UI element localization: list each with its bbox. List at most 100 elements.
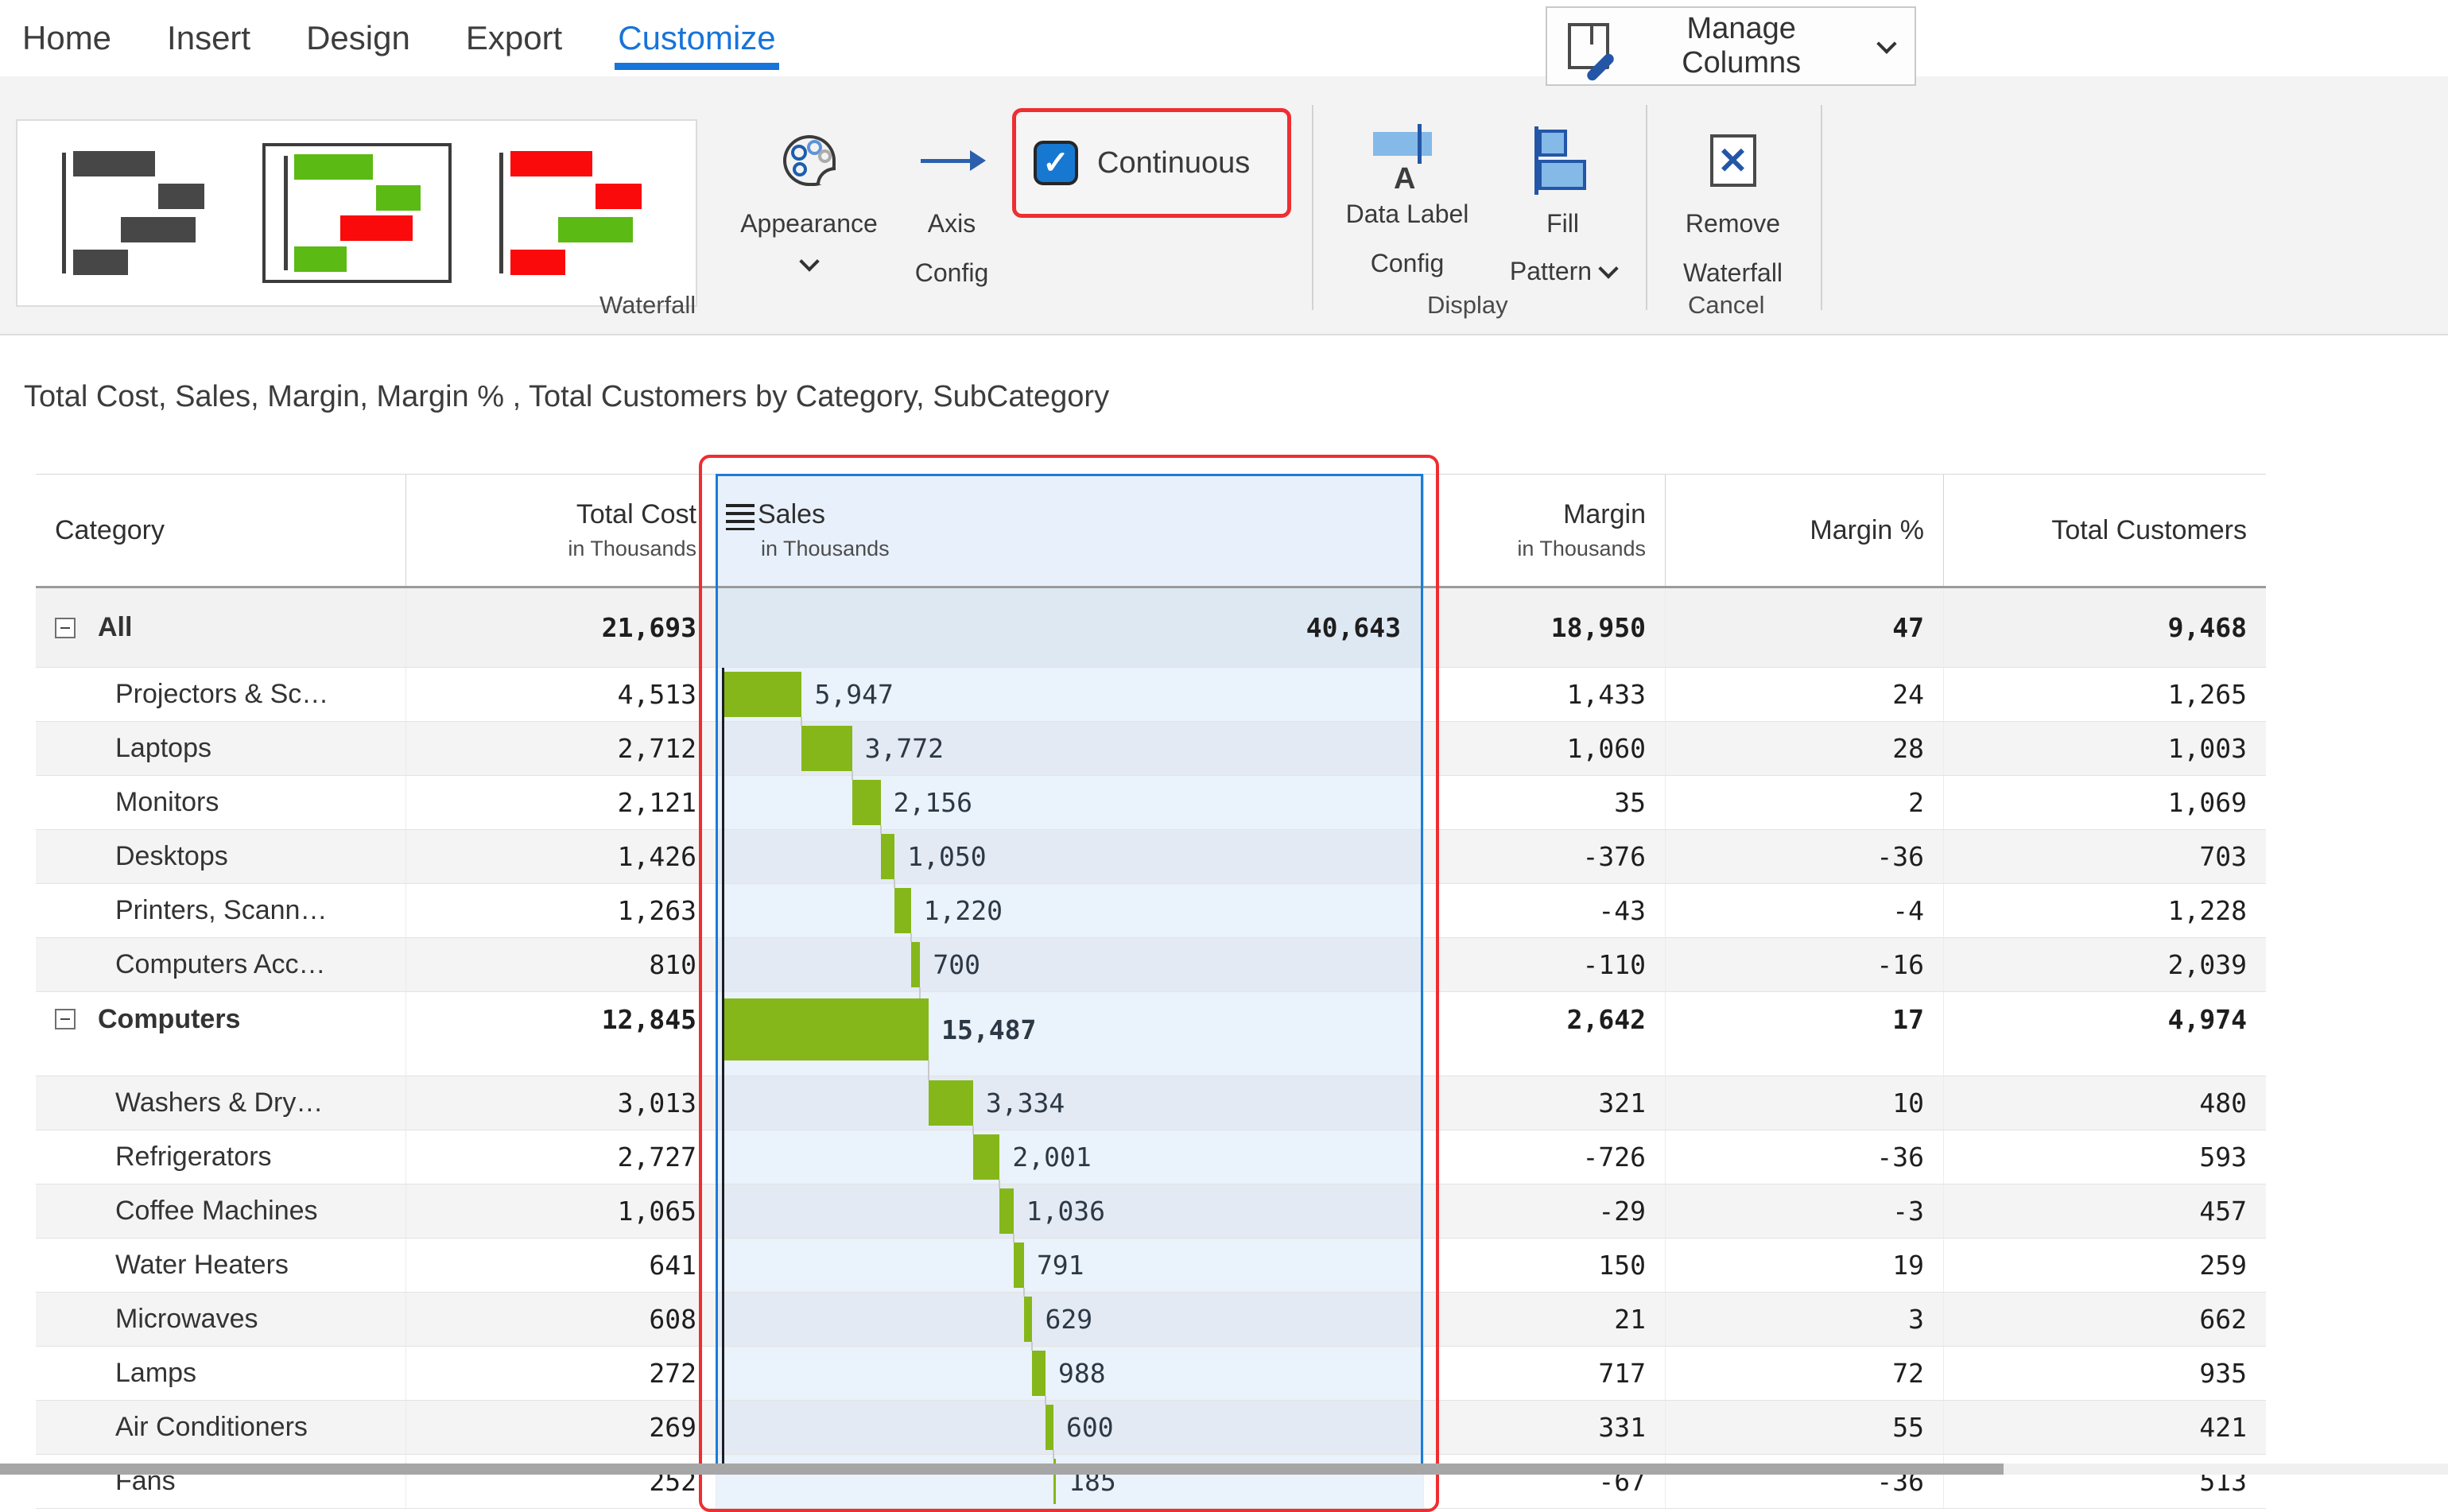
total-cost-cell[interactable]: 1,426	[405, 830, 716, 883]
category-cell[interactable]: Coffee Machines	[36, 1184, 405, 1238]
total-customers-cell[interactable]: 2,039	[1943, 938, 2266, 991]
waterfall-bar[interactable]	[1024, 1297, 1033, 1342]
table-row[interactable]: Water Heaters64179115019259	[36, 1239, 2266, 1293]
sales-cell[interactable]: 1,050	[716, 830, 1423, 883]
waterfall-bar[interactable]	[999, 1188, 1013, 1234]
menu-item-insert[interactable]: Insert	[167, 19, 250, 57]
total-customers-cell[interactable]: 1,003	[1943, 722, 2266, 775]
category-cell[interactable]: Lamps	[36, 1347, 405, 1400]
total-customers-cell[interactable]: 1,228	[1943, 884, 2266, 937]
margin-pct-cell[interactable]: 47	[1665, 588, 1943, 667]
margin-cell[interactable]: -726	[1423, 1130, 1665, 1184]
total-cost-cell[interactable]: 2,121	[405, 776, 716, 829]
category-cell[interactable]: Laptops	[36, 722, 405, 775]
waterfall-bar[interactable]	[852, 780, 881, 825]
table-row[interactable]: Projectors & Sc…4,5135,9471,433241,265	[36, 668, 2266, 722]
menu-item-customize[interactable]: Customize	[618, 19, 775, 57]
total-cost-cell[interactable]: 2,727	[405, 1130, 716, 1184]
total-customers-cell[interactable]: 935	[1943, 1347, 2266, 1400]
total-customers-cell[interactable]: 9,468	[1943, 588, 2266, 667]
margin-cell[interactable]: -43	[1423, 884, 1665, 937]
sales-cell[interactable]: 600	[716, 1401, 1423, 1454]
table-row[interactable]: Washers & Dry…3,0133,33432110480	[36, 1076, 2266, 1130]
margin-cell[interactable]: 331	[1423, 1401, 1665, 1454]
total-customers-cell[interactable]: 480	[1943, 1076, 2266, 1130]
total-customers-cell[interactable]: 703	[1943, 830, 2266, 883]
category-cell[interactable]: Microwaves	[36, 1293, 405, 1346]
waterfall-bar[interactable]	[1046, 1405, 1053, 1450]
table-row[interactable]: Desktops1,4261,050-376-36703	[36, 830, 2266, 884]
waterfall-bar[interactable]	[1032, 1351, 1046, 1396]
margin-cell[interactable]: 717	[1423, 1347, 1665, 1400]
waterfall-bar[interactable]	[1014, 1243, 1024, 1288]
margin-pct-cell[interactable]: -36	[1665, 1130, 1943, 1184]
margin-cell[interactable]: 1,060	[1423, 722, 1665, 775]
margin-pct-cell[interactable]: 72	[1665, 1347, 1943, 1400]
menu-item-export[interactable]: Export	[466, 19, 562, 57]
category-cell[interactable]: Printers, Scann…	[36, 884, 405, 937]
sales-cell[interactable]: 700	[716, 938, 1423, 991]
margin-pct-cell[interactable]: -4	[1665, 884, 1943, 937]
waterfall-style-green-red[interactable]	[262, 143, 452, 283]
waterfall-bar[interactable]	[723, 672, 801, 717]
category-cell[interactable]: Projectors & Sc…	[36, 668, 405, 721]
total-cost-cell[interactable]: 12,845	[405, 992, 716, 1076]
total-cost-cell[interactable]: 272	[405, 1347, 716, 1400]
category-cell[interactable]: Computers Acc…	[36, 938, 405, 991]
margin-cell[interactable]: -376	[1423, 830, 1665, 883]
total-cost-cell[interactable]: 1,263	[405, 884, 716, 937]
table-row[interactable]: Printers, Scann…1,2631,220-43-41,228	[36, 884, 2266, 938]
total-customers-cell[interactable]: 4,974	[1943, 992, 2266, 1076]
sales-cell[interactable]: 15,487	[716, 992, 1423, 1076]
total-customers-cell[interactable]: 457	[1943, 1184, 2266, 1238]
sales-cell[interactable]: 988	[716, 1347, 1423, 1400]
waterfall-bar[interactable]	[929, 1080, 973, 1126]
category-cell[interactable]: Monitors	[36, 776, 405, 829]
waterfall-bar[interactable]	[973, 1134, 999, 1180]
table-row[interactable]: Computers12,84515,4872,642174,974	[36, 992, 2266, 1076]
total-cost-cell[interactable]: 4,513	[405, 668, 716, 721]
margin-cell[interactable]: 150	[1423, 1239, 1665, 1292]
waterfall-style-red-green[interactable]	[481, 143, 670, 283]
waterfall-bar[interactable]	[894, 888, 910, 933]
collapse-icon[interactable]	[55, 1009, 76, 1029]
category-cell[interactable]: Washers & Dry…	[36, 1076, 405, 1130]
category-cell[interactable]: Desktops	[36, 830, 405, 883]
margin-pct-cell[interactable]: 19	[1665, 1239, 1943, 1292]
total-customers-cell[interactable]: 662	[1943, 1293, 2266, 1346]
total-customers-cell[interactable]: 1,069	[1943, 776, 2266, 829]
table-row[interactable]: Lamps27298871772935	[36, 1347, 2266, 1401]
waterfall-bar[interactable]	[911, 942, 921, 987]
total-cost-cell[interactable]: 641	[405, 1239, 716, 1292]
table-row[interactable]: All21,69340,64318,950479,468	[36, 588, 2266, 668]
margin-pct-cell[interactable]: 24	[1665, 668, 1943, 721]
margin-cell[interactable]: 1,433	[1423, 668, 1665, 721]
margin-pct-cell[interactable]: 10	[1665, 1076, 1943, 1130]
menu-item-design[interactable]: Design	[306, 19, 410, 57]
table-row[interactable]: Refrigerators2,7272,001-726-36593	[36, 1130, 2266, 1184]
manage-columns-button[interactable]: Manage Columns	[1546, 6, 1916, 86]
column-header-category[interactable]: Category	[36, 475, 405, 586]
sales-cell[interactable]: 2,001	[716, 1130, 1423, 1184]
table-row[interactable]: Air Conditioners26960033155421	[36, 1401, 2266, 1455]
margin-cell[interactable]: 35	[1423, 776, 1665, 829]
sales-cell[interactable]: 1,220	[716, 884, 1423, 937]
margin-pct-cell[interactable]: 2	[1665, 776, 1943, 829]
horizontal-scrollbar[interactable]	[0, 1464, 2448, 1475]
total-customers-cell[interactable]: 421	[1943, 1401, 2266, 1454]
margin-pct-cell[interactable]: -3	[1665, 1184, 1943, 1238]
waterfall-bar[interactable]	[801, 726, 852, 771]
column-header-margin-pct[interactable]: Margin %	[1665, 475, 1943, 586]
margin-cell[interactable]: -110	[1423, 938, 1665, 991]
table-row[interactable]: Monitors2,1212,1563521,069	[36, 776, 2266, 830]
total-cost-cell[interactable]: 269	[405, 1401, 716, 1454]
sales-cell[interactable]: 40,643	[716, 588, 1423, 667]
column-header-total-customers[interactable]: Total Customers	[1943, 475, 2266, 586]
axis-config-button[interactable]: Axis Config	[892, 122, 1011, 321]
sales-cell[interactable]: 1,036	[716, 1184, 1423, 1238]
category-cell[interactable]: Water Heaters	[36, 1239, 405, 1292]
table-row[interactable]: Computers Acc…810700-110-162,039	[36, 938, 2266, 992]
total-cost-cell[interactable]: 3,013	[405, 1076, 716, 1130]
total-customers-cell[interactable]: 259	[1943, 1239, 2266, 1292]
waterfall-bar[interactable]	[723, 998, 929, 1060]
